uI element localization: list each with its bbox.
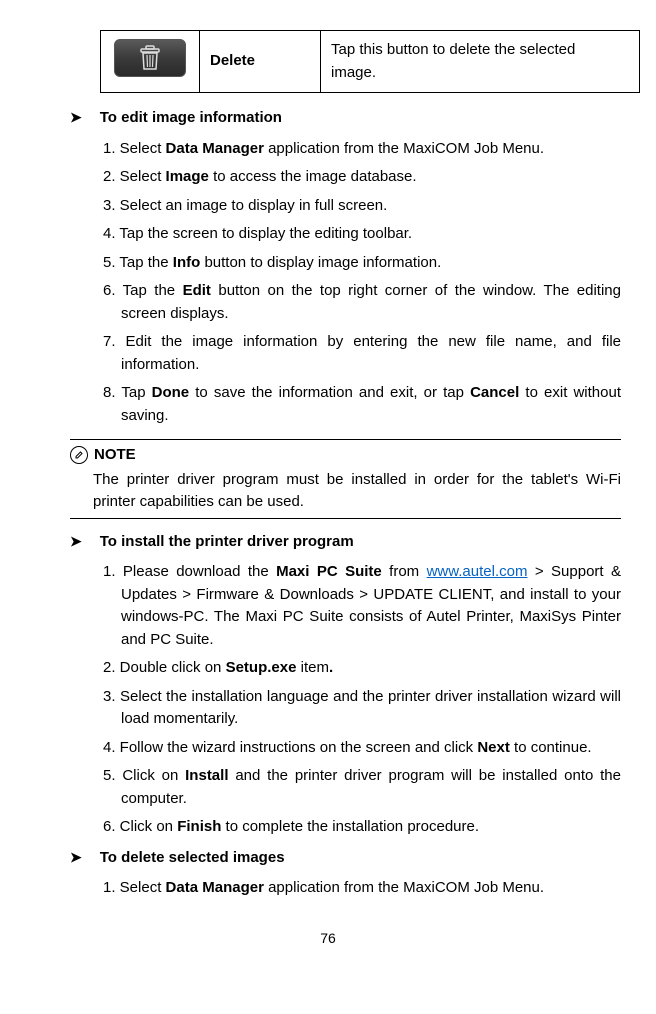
step: 3. Select the installation language and … — [103, 686, 621, 731]
heading-text: To edit image information — [100, 107, 282, 130]
step: 2. Double click on Setup.exe item. — [103, 657, 621, 680]
page-number: 76 — [35, 928, 621, 949]
step: 6. Tap the Edit button on the top right … — [103, 280, 621, 325]
step: 2. Select Image to access the image data… — [103, 166, 621, 189]
step: 1. Select Data Manager application from … — [103, 138, 621, 161]
step: 4. Follow the wizard instructions on the… — [103, 737, 621, 760]
arrow-icon: ➤ — [70, 107, 82, 128]
heading-text: To install the printer driver program — [100, 531, 354, 554]
delete-button-table: Delete Tap this button to delete the sel… — [100, 30, 640, 93]
note-body: The printer driver program must be insta… — [93, 469, 621, 514]
delete-label: Delete — [200, 31, 321, 93]
heading-delete-images: ➤ To delete selected images — [70, 847, 621, 870]
delete-description: Tap this button to delete the selected i… — [321, 31, 640, 93]
divider — [70, 518, 621, 519]
step: 1. Please download the Maxi PC Suite fro… — [103, 561, 621, 651]
arrow-icon: ➤ — [70, 531, 82, 552]
heading-edit-image-info: ➤ To edit image information — [70, 107, 621, 130]
arrow-icon: ➤ — [70, 847, 82, 868]
note-label: NOTE — [94, 444, 136, 467]
delete-icon-cell — [101, 31, 200, 93]
step: 8. Tap Done to save the information and … — [103, 382, 621, 427]
step: 4. Tap the screen to display the editing… — [103, 223, 621, 246]
step: 5. Click on Install and the printer driv… — [103, 765, 621, 810]
autel-link[interactable]: www.autel.com — [427, 563, 528, 580]
step: 7. Edit the image information by enterin… — [103, 331, 621, 376]
step: 6. Click on Finish to complete the insta… — [103, 816, 621, 839]
heading-text: To delete selected images — [100, 847, 285, 870]
step: 5. Tap the Info button to display image … — [103, 252, 621, 275]
note-heading: NOTE — [70, 444, 621, 467]
divider — [70, 439, 621, 440]
heading-install-printer: ➤ To install the printer driver program — [70, 531, 621, 554]
trash-icon — [114, 39, 186, 77]
step: 1. Select Data Manager application from … — [103, 877, 621, 900]
pencil-circle-icon — [70, 446, 88, 464]
step: 3. Select an image to display in full sc… — [103, 195, 621, 218]
text: image. — [331, 64, 376, 81]
text: Tap this button to delete the selected — [331, 41, 575, 58]
